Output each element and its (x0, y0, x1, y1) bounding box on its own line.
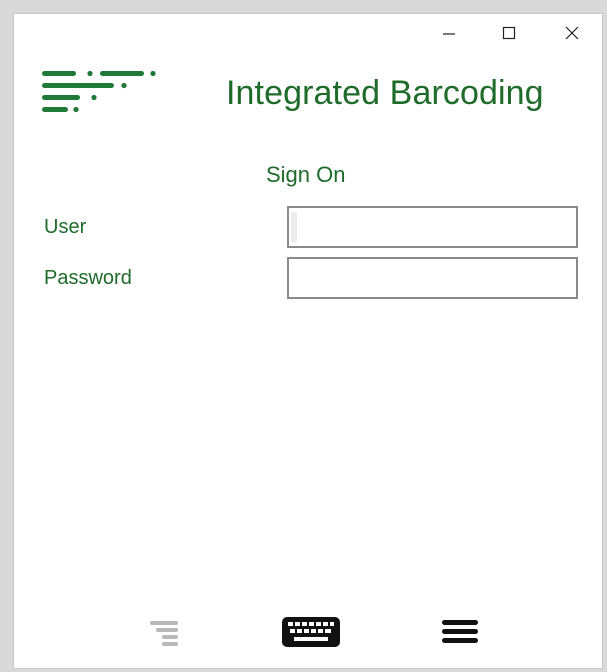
keyboard-icon (282, 617, 340, 647)
title-bar (14, 14, 602, 54)
keyboard-button[interactable] (276, 609, 346, 655)
maximize-icon (502, 26, 516, 40)
password-input[interactable] (287, 257, 578, 299)
password-label: Password (44, 267, 132, 289)
list-lines-icon (150, 621, 178, 646)
hamburger-menu-icon (442, 620, 478, 643)
user-label: User (44, 216, 87, 238)
sign-on-heading: Sign On (266, 162, 346, 187)
sign-on-window: Integrated Barcoding Sign On User Passwo… (13, 13, 603, 669)
bottom-toolbar (14, 609, 602, 659)
close-icon (565, 26, 579, 40)
maximize-button[interactable] (489, 18, 529, 48)
speed-lines-logo (42, 70, 156, 113)
list-button[interactable] (134, 609, 194, 655)
user-input[interactable] (287, 206, 578, 248)
app-title: Integrated Barcoding (226, 74, 544, 112)
menu-button[interactable] (432, 609, 488, 655)
minimize-icon (443, 33, 455, 35)
minimize-button[interactable] (429, 18, 469, 48)
close-button[interactable] (552, 18, 592, 48)
